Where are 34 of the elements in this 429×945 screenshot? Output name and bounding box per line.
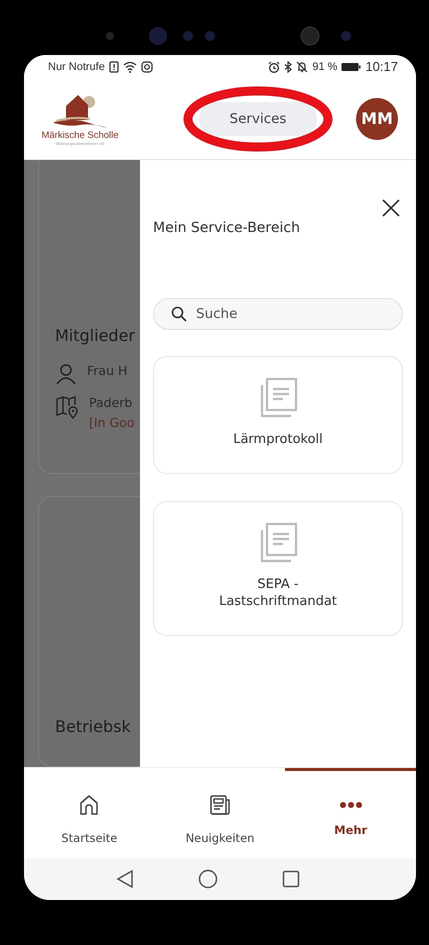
alarm-icon <box>268 60 280 72</box>
services-button[interactable]: Services <box>199 102 317 136</box>
search-field[interactable]: Suche <box>153 298 403 330</box>
service-card[interactable]: Lärmprotokoll <box>153 356 403 474</box>
clock-text: 10:17 <box>365 59 398 74</box>
drawer-title: Mein Service-Bereich <box>153 220 301 236</box>
service-label: Lärmprotokoll <box>232 431 324 449</box>
battery-percent-text: 91 % <box>312 60 338 72</box>
home-circle-icon[interactable] <box>198 869 218 889</box>
wifi-icon <box>122 60 137 72</box>
document-icon <box>258 377 298 419</box>
map-link-text: [In Goo <box>89 415 134 430</box>
newspaper-icon <box>208 792 232 816</box>
document-icon <box>258 522 298 564</box>
person-icon <box>55 363 77 385</box>
bluetooth-icon <box>284 60 292 72</box>
info-text: Frau H <box>87 363 128 378</box>
service-card[interactable]: SEPA - Lastschriftmandat <box>153 500 403 636</box>
avatar-circle[interactable]: MM <box>356 98 398 140</box>
carrier-text: Nur Notrufe <box>48 60 105 72</box>
section-title: Mitglieder <box>55 326 136 345</box>
mute-bell-icon <box>296 60 308 72</box>
close-icon[interactable] <box>381 198 401 218</box>
back-icon[interactable] <box>116 869 134 889</box>
camera-icon <box>140 60 153 72</box>
recents-icon[interactable] <box>282 870 300 888</box>
battery-icon <box>341 62 362 72</box>
section-title: Betriebsk <box>55 716 132 736</box>
service-label: SEPA - Lastschriftmandat <box>218 576 338 611</box>
sim-alert-icon <box>108 60 119 72</box>
logo-name-text: Märkische Scholle <box>41 130 119 140</box>
more-dots-icon <box>338 800 363 808</box>
info-text: Paderb <box>89 395 134 410</box>
search-icon <box>171 306 187 322</box>
